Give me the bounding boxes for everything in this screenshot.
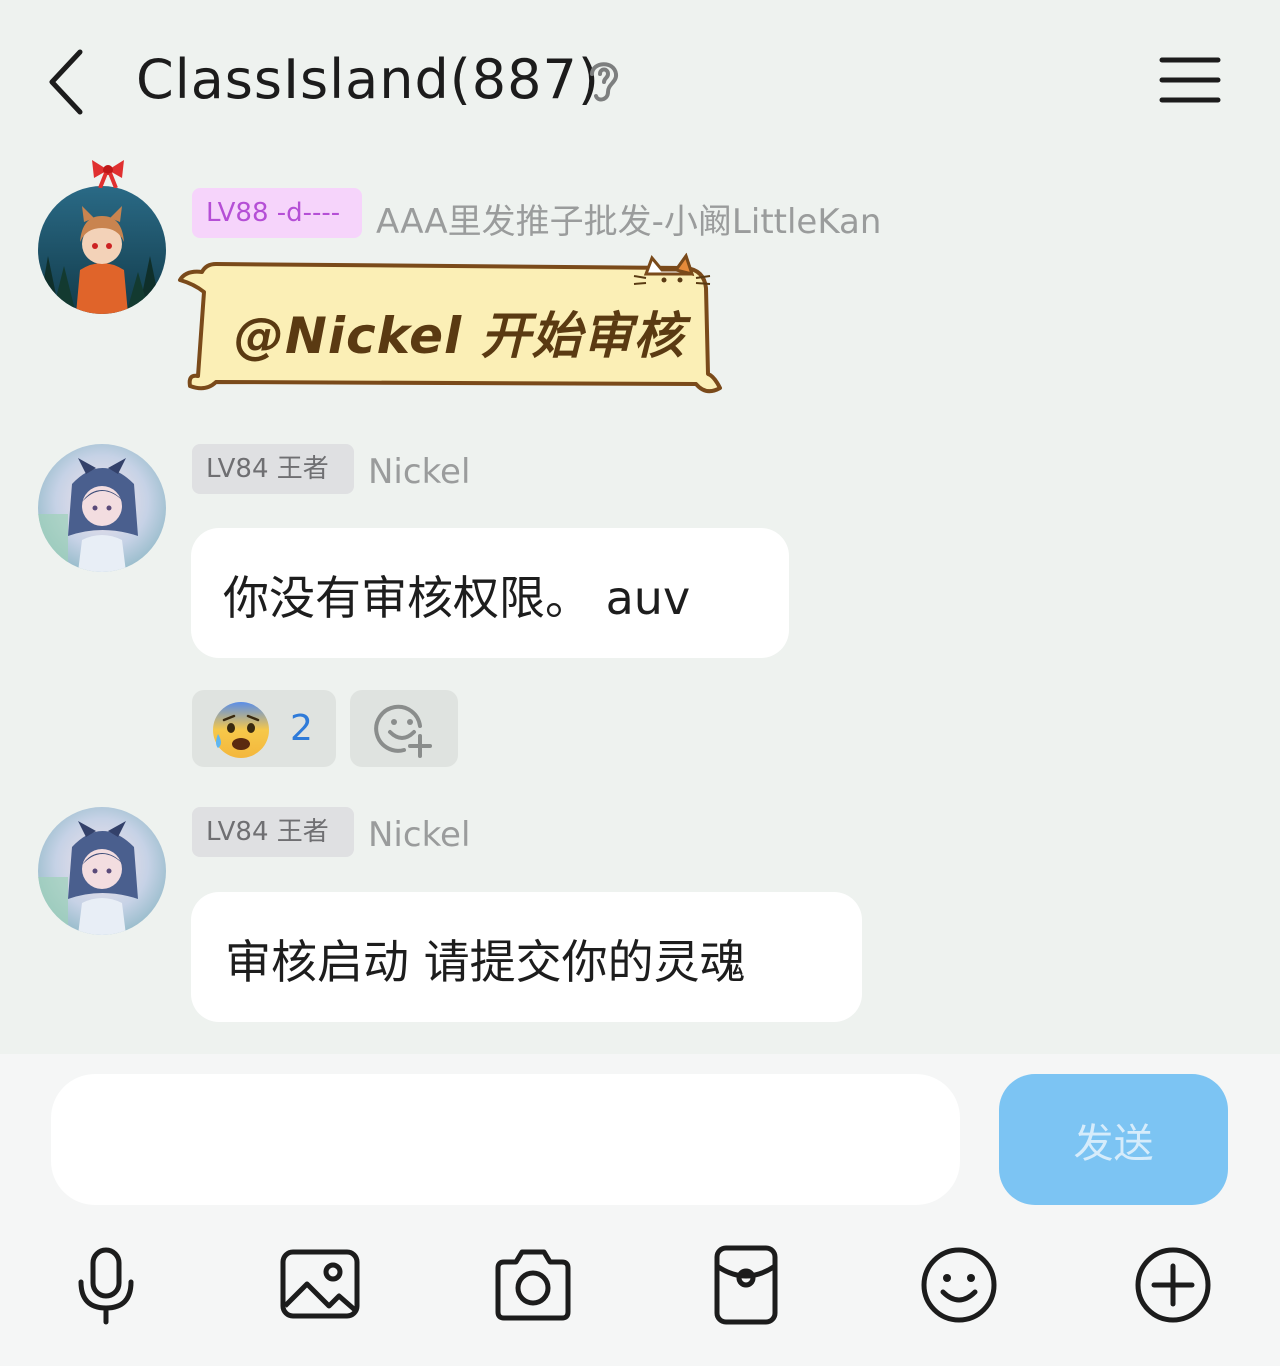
level-badge: LV88 -d---- [192, 188, 362, 238]
sender-name[interactable]: Nickel [368, 452, 470, 492]
microphone-icon[interactable] [63, 1242, 149, 1328]
image-icon[interactable] [277, 1242, 363, 1328]
avatar-littlekan[interactable] [38, 186, 166, 314]
menu-button[interactable] [1158, 54, 1222, 106]
plus-icon[interactable] [1130, 1242, 1216, 1328]
back-button[interactable] [40, 42, 100, 122]
avatar-nickel[interactable] [38, 444, 166, 572]
camera-icon[interactable] [490, 1242, 576, 1328]
emoji-icon[interactable] [916, 1242, 1002, 1328]
chevron-left-icon [49, 49, 83, 115]
chat-header: ClassIsland(887) [0, 0, 1280, 160]
anxious-face-emoji-icon [213, 702, 269, 758]
chat-title[interactable]: ClassIsland(887) [136, 48, 600, 111]
sender-name[interactable]: Nickel [368, 815, 470, 855]
reaction-count: 2 [290, 708, 313, 749]
message-bubble[interactable]: 审核启动 请提交你的灵魂 [191, 892, 862, 1022]
sender-name[interactable]: AAA里发推子批发-小阚LittleKan [376, 194, 881, 243]
message-input[interactable] [51, 1074, 960, 1205]
send-button[interactable]: 发送 [999, 1074, 1228, 1205]
red-packet-icon[interactable] [703, 1242, 789, 1328]
reaction-chip[interactable]: 2 [192, 690, 336, 767]
add-emoji-icon [374, 704, 432, 758]
level-badge: LV84 王者 [192, 807, 354, 857]
hamburger-menu-icon [1159, 57, 1221, 103]
level-badge: LV84 王者 [192, 444, 354, 494]
bow-decoration-icon [88, 158, 128, 189]
avatar-nickel[interactable] [38, 807, 166, 935]
add-reaction-button[interactable] [350, 690, 458, 767]
ear-icon[interactable] [584, 54, 624, 106]
message-bubble[interactable]: 你没有审核权限。 auv [191, 528, 789, 658]
sticker-text: @Nickel 开始审核 [234, 307, 685, 365]
